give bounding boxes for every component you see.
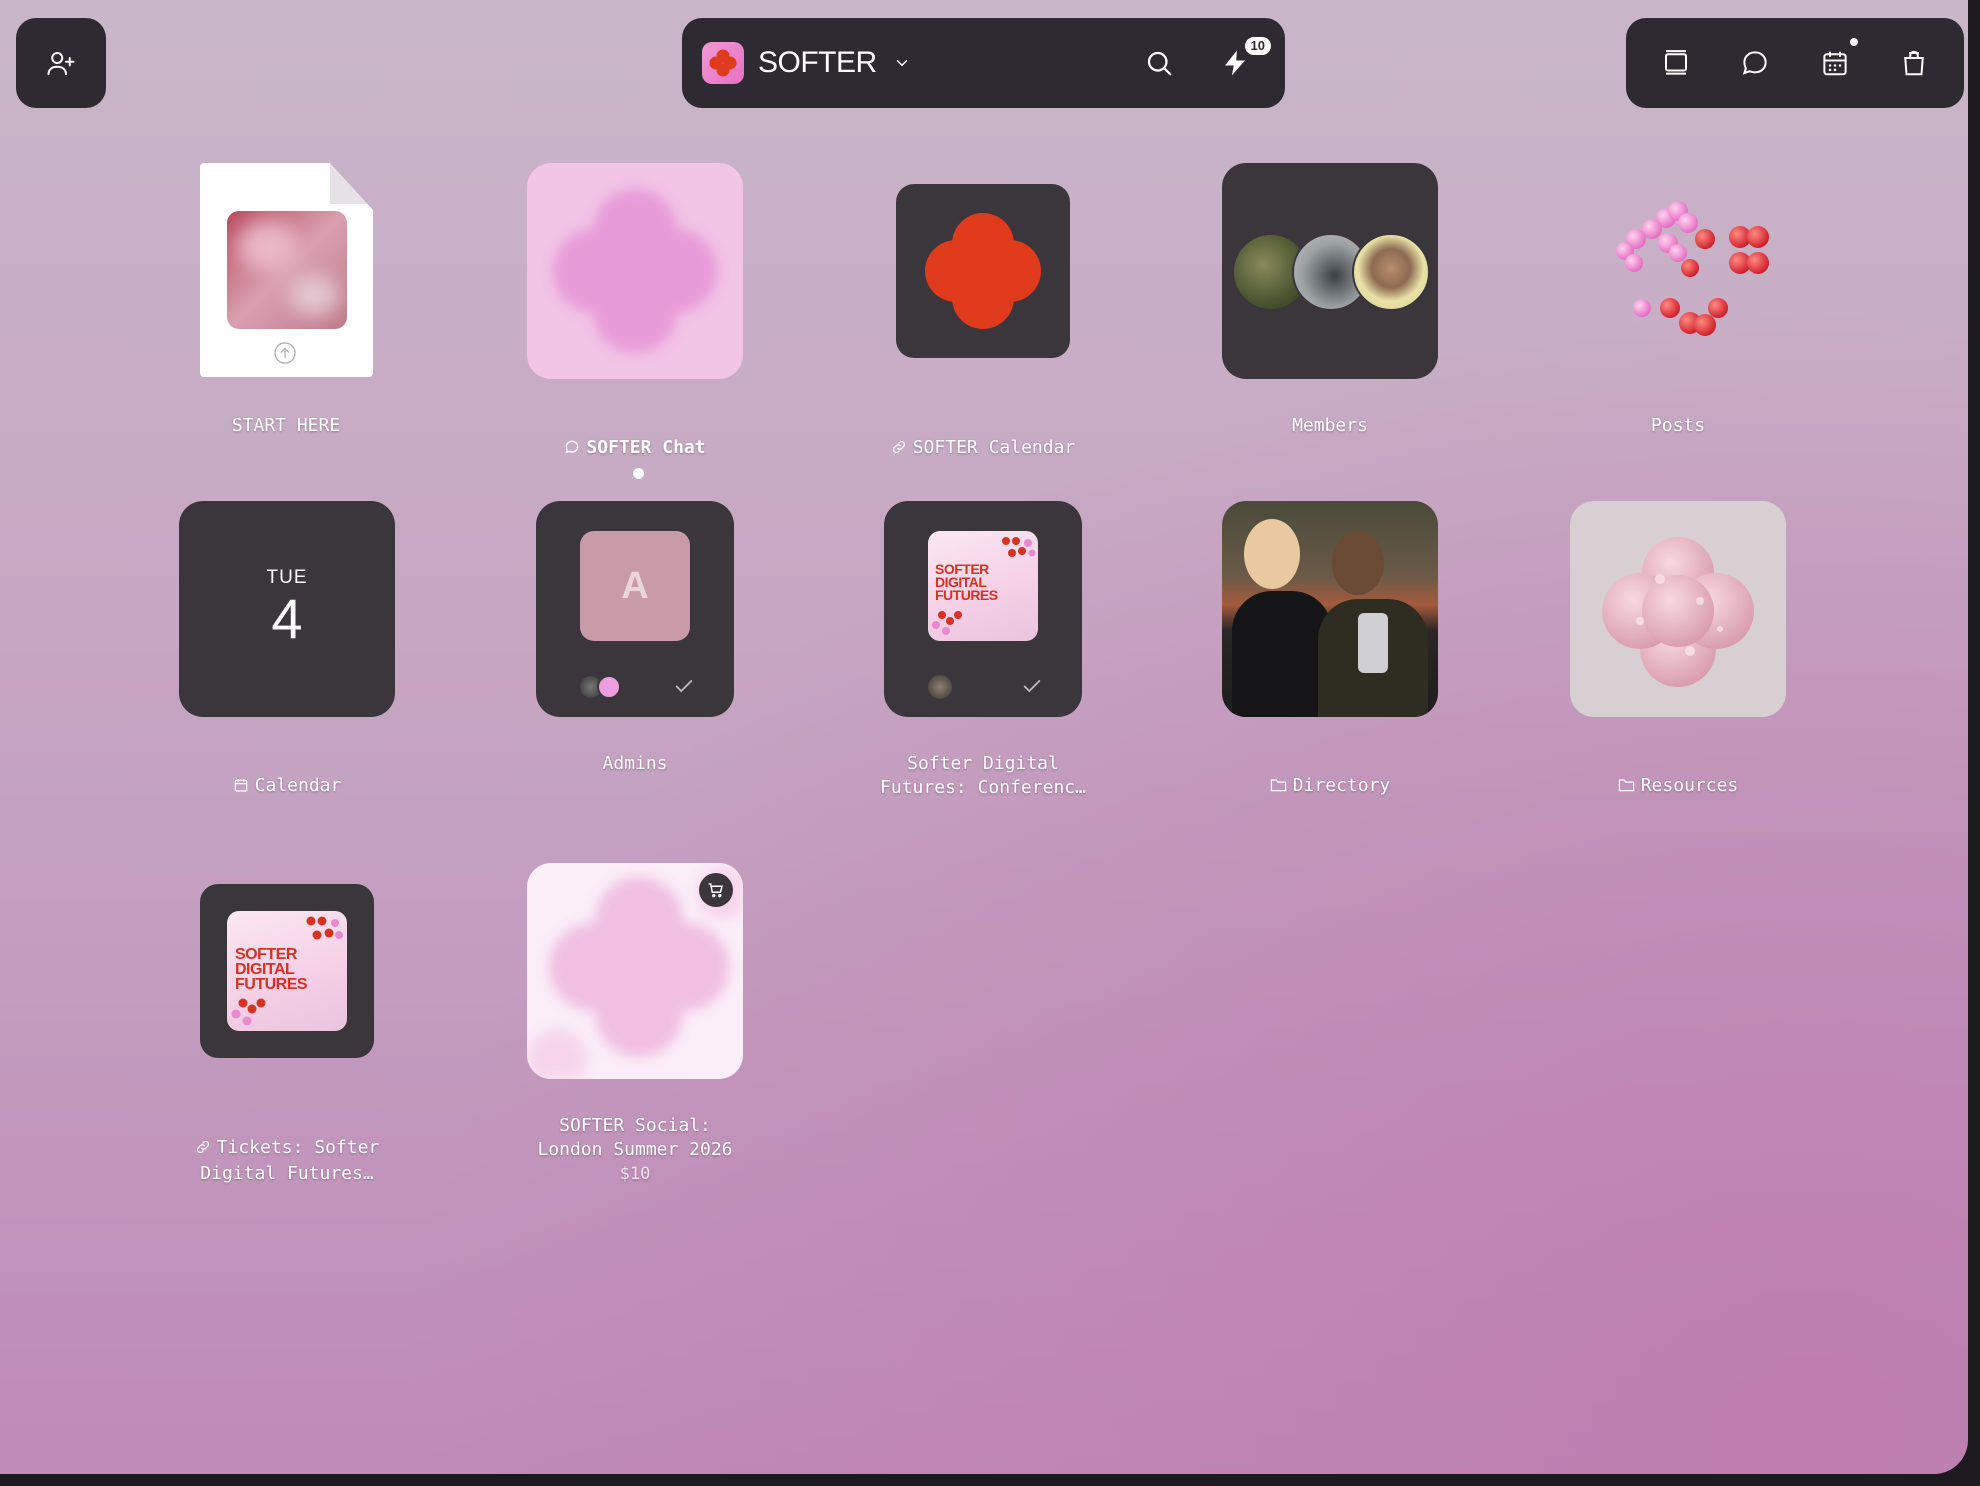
event-poster: SOFTER DIGITAL FUTURES [227, 911, 347, 1031]
calendar-tile[interactable]: TUE 4 [179, 501, 395, 717]
chat-bubble-icon[interactable] [1726, 34, 1784, 92]
avatar [1352, 233, 1430, 311]
resources-graphic [1602, 537, 1754, 687]
members-tile[interactable] [1222, 163, 1438, 379]
avatar [597, 675, 621, 699]
directory-photo [1222, 501, 1438, 717]
softer-social-tile[interactable] [527, 863, 743, 1079]
calendar-notification-dot [1849, 38, 1858, 46]
posts-graphic [1616, 201, 1769, 336]
softer-social-price: $10 [619, 1164, 651, 1184]
lightning-icon [1220, 48, 1250, 78]
directory-label: Directory [1200, 728, 1460, 800]
calendar-icon [233, 752, 249, 800]
softer-social-label: SOFTER Social: London Summer 2026 $10 [505, 1090, 765, 1210]
community-bar: SOFTER 10 [682, 18, 1285, 108]
resources-tile[interactable] [1570, 501, 1786, 717]
app-window: SOFTER 10 START HERE SOFTER Chat SOFTER … [0, 0, 1968, 1474]
softer-calendar-tile[interactable] [896, 184, 1070, 358]
activity-button[interactable]: 10 [1205, 33, 1271, 93]
softer-digital-futures-label: Softer Digital Futures: Conferenc… [880, 753, 1086, 798]
start-here-thumbnail [227, 211, 347, 329]
upload-icon [273, 341, 297, 365]
admins-tile[interactable]: A [536, 501, 734, 717]
cards-icon[interactable] [1647, 34, 1705, 92]
calendar-icon[interactable] [1806, 34, 1864, 92]
softer-blob-graphic [553, 189, 717, 353]
tickets-tile[interactable]: SOFTER DIGITAL FUTURES [200, 884, 374, 1058]
directory-tile[interactable] [1222, 501, 1438, 717]
calendar-weekday: TUE [266, 567, 308, 588]
calendar-label: Calendar [157, 728, 417, 800]
folder-icon [1270, 752, 1287, 800]
unread-dot [632, 468, 644, 479]
link-icon [195, 1114, 211, 1162]
avatar [928, 675, 952, 699]
resources-label: Resources [1548, 728, 1808, 800]
search-icon[interactable] [1129, 33, 1189, 93]
folder-icon [1618, 752, 1635, 800]
chat-bubble-icon [564, 414, 580, 462]
admins-avatar: A [580, 531, 690, 641]
admins-label: Admins [602, 753, 668, 774]
community-name[interactable]: SOFTER [758, 46, 877, 80]
calendar-day: 4 [271, 587, 303, 650]
posts-label: Posts [1650, 415, 1706, 436]
start-here-tile[interactable] [200, 163, 373, 377]
add-user-button[interactable] [16, 18, 106, 108]
posts-tile[interactable] [1570, 163, 1786, 379]
start-here-label: START HERE [231, 415, 341, 436]
poster-title: SOFTER DIGITAL FUTURES [935, 561, 998, 603]
softer-calendar-label: SOFTER Calendar [853, 390, 1113, 462]
members-label: Members [1292, 415, 1368, 436]
softer-logo-graphic [925, 213, 1041, 329]
tickets-label: Tickets: Softer Digital Futures… [157, 1090, 417, 1186]
cart-icon [699, 873, 733, 907]
chevron-down-icon[interactable] [893, 54, 911, 72]
softer-chat-label: SOFTER Chat [505, 390, 765, 486]
activity-badge: 10 [1244, 37, 1271, 55]
community-logo[interactable] [702, 42, 744, 84]
softer-chat-tile[interactable] [527, 163, 743, 379]
softer-digital-futures-tile[interactable]: SOFTER DIGITAL FUTURES [884, 501, 1082, 717]
check-icon [1021, 675, 1043, 697]
poster-title: SOFTER DIGITAL FUTURES [235, 946, 308, 993]
check-icon [673, 675, 695, 697]
navigation-bar [1626, 18, 1964, 108]
user-plus-icon [46, 48, 76, 78]
event-poster: SOFTER DIGITAL FUTURES [928, 531, 1038, 641]
link-icon [891, 414, 907, 462]
shopping-bag-icon[interactable] [1885, 34, 1943, 92]
